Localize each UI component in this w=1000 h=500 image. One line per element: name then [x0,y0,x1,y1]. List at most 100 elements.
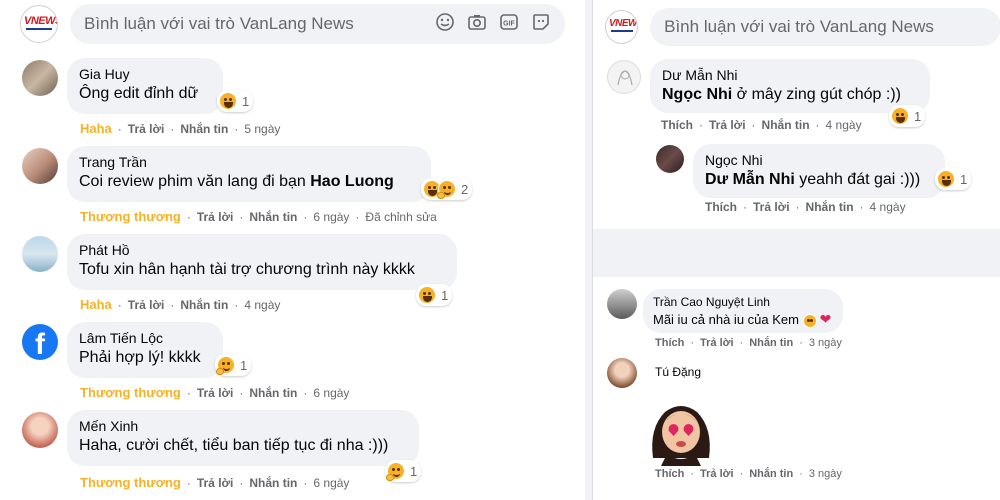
reaction-button[interactable]: Haha [80,121,112,136]
message-link[interactable]: Nhắn tin [180,298,228,312]
sticker-icon[interactable] [531,12,551,37]
avatar[interactable] [22,236,58,272]
comment-author[interactable]: Lâm Tiến Lộc [79,330,211,346]
comment-men-xinh: Mến Xinh Haha, cười chết, tiểu ban tiếp … [0,407,585,497]
message-link[interactable]: Nhắn tin [762,118,810,132]
comment-author[interactable]: Mến Xinh [79,418,407,434]
care-icon [216,356,235,375]
comment-author[interactable]: Ngọc Nhi [705,152,933,168]
comment-bubble: Mến Xinh Haha, cười chết, tiểu ban tiếp … [67,410,419,466]
like-button[interactable]: Thích [705,200,737,214]
comment-actions: Thương thương · Trả lời · Nhắn tin · 6 n… [80,209,437,224]
comment-text: Ông edit đỉnh dữ [79,85,199,102]
comment-actions: Haha · Trả lời · Nhắn tin · 5 ngày [80,121,281,136]
like-button[interactable]: Thích [655,468,684,480]
message-link[interactable]: Nhắn tin [249,476,297,490]
mention-link[interactable]: Hao Luong [310,173,394,190]
comment-time[interactable]: 6 ngày [313,386,349,400]
mention-link[interactable]: Ngọc Nhi [662,86,732,103]
message-link[interactable]: Nhắn tin [180,122,228,136]
facebook-avatar[interactable]: f [22,324,58,360]
vanlang-news-logo: VNEWS [20,5,58,43]
comment-text: Phải hợp lý! kkkk [79,349,201,366]
reaction-button[interactable]: Thương thương [80,475,181,490]
reply-link[interactable]: Trả lời [197,476,234,490]
comment-lam-tien-loc: f Lâm Tiến Lộc Phải hợp lý! kkkk 1 Thươn… [0,319,585,404]
comment-actions: Thương thương · Trả lời · Nhắn tin · 6 n… [80,385,350,400]
reaction-summary[interactable]: 2 [421,178,473,200]
reply-link[interactable]: Trả lời [700,468,734,480]
reply-link[interactable]: Trả lời [128,122,165,136]
comment-author[interactable]: Phát Hồ [79,242,445,258]
haha-icon [418,286,436,304]
comment-time[interactable]: 4 ngày [870,200,906,214]
avatar[interactable] [656,145,684,173]
comment-actions: Thích · Trả lời · Nhắn tin · 3 ngày [655,468,842,480]
comment-time[interactable]: 3 ngày [809,468,842,480]
comment-text: Dư Mẫn Nhi yeahh đát gai :))) [705,171,921,188]
reaction-count: 2 [461,181,469,197]
comment-author[interactable]: Dư Mẫn Nhi [662,67,918,83]
comment-placeholder: Bình luận với vai trò VanLang News [664,17,934,36]
emoji-icon[interactable] [435,12,455,37]
avatar[interactable] [22,60,58,96]
reaction-button[interactable]: Thương thương [80,209,181,224]
comment-text: Coi review phim văn lang đi bạn Hao Luon… [79,173,394,190]
reply-link[interactable]: Trả lời [128,298,165,312]
message-link[interactable]: Nhắn tin [249,210,297,224]
comment-author[interactable]: Trần Cao Nguyệt Linh [653,295,833,309]
avatar[interactable] [22,412,58,448]
care-icon [386,462,405,481]
comment-du-man-nhi: Dư Mẫn Nhi Ngọc Nhi ở mây zing gút chóp … [593,56,1000,136]
reply-link[interactable]: Trả lời [197,386,234,400]
like-button[interactable]: Thích [661,118,693,132]
avatar[interactable] [607,289,637,319]
mention-link[interactable]: Dư Mẫn Nhi [705,171,795,188]
reaction-summary[interactable]: 1 [217,90,254,112]
reaction-count: 1 [441,287,449,303]
comment-tu-dang: Tú Đặng Thích · Trả lời · Nhắn tin · 3 n… [593,356,1000,486]
comment-author[interactable]: Tú Đặng [655,365,701,379]
reply-link[interactable]: Trả lời [700,337,734,349]
edited-label[interactable]: Đã chỉnh sửa [365,210,436,224]
gif-icon[interactable]: GIF [499,12,519,37]
comment-input[interactable]: Bình luận với vai trò VanLang News GIF [70,4,565,44]
comment-time[interactable]: 6 ngày [313,476,349,490]
reaction-button[interactable]: Thương thương [80,385,181,400]
comment-actions: Haha · Trả lời · Nhắn tin · 4 ngày [80,297,281,312]
comment-time[interactable]: 4 ngày [244,298,280,312]
comment-tran-cao-nguyet-linh: Trần Cao Nguyệt Linh Mãi iu cả nhà iu củ… [593,285,1000,355]
reply-link[interactable]: Trả lời [709,118,746,132]
message-link[interactable]: Nhắn tin [806,200,854,214]
reaction-summary[interactable]: 1 [416,284,453,306]
reaction-count: 1 [410,463,418,479]
message-link[interactable]: Nhắn tin [249,386,297,400]
message-link[interactable]: Nhắn tin [749,337,793,349]
comment-time[interactable]: 6 ngày [313,210,349,224]
comment-input[interactable]: Bình luận với vai trò VanLang News [650,8,1000,46]
comment-time[interactable]: 4 ngày [826,118,862,132]
like-button[interactable]: Thích [655,337,684,349]
reply-link[interactable]: Trả lời [197,210,234,224]
comment-time[interactable]: 5 ngày [244,122,280,136]
avatar[interactable] [607,358,637,388]
message-link[interactable]: Nhắn tin [749,468,793,480]
avatar-sticker[interactable] [645,398,717,466]
comment-author[interactable]: Trang Trần [79,154,419,170]
reaction-summary[interactable]: 1 [215,354,252,376]
svg-text:GIF: GIF [503,20,515,27]
comment-author[interactable]: Gia Huy [79,66,211,82]
reaction-button[interactable]: Haha [80,297,112,312]
reaction-summary[interactable]: 1 [385,460,422,482]
avatar[interactable] [607,60,641,94]
comment-time[interactable]: 3 ngày [809,337,842,349]
reaction-summary[interactable]: 1 [889,105,926,127]
camera-icon[interactable] [467,12,487,37]
reaction-summary[interactable]: 1 [935,168,972,190]
avatar[interactable] [22,148,58,184]
comment-text: Mãi iu cả nhà iu của Kem ❤ [653,311,832,328]
reaction-count: 1 [240,357,248,373]
reply-link[interactable]: Trả lời [753,200,790,214]
lips-emoji-icon: ❤ [819,311,832,327]
comment-text: Ngọc Nhi ở mây zing gút chóp :)) [662,86,901,103]
